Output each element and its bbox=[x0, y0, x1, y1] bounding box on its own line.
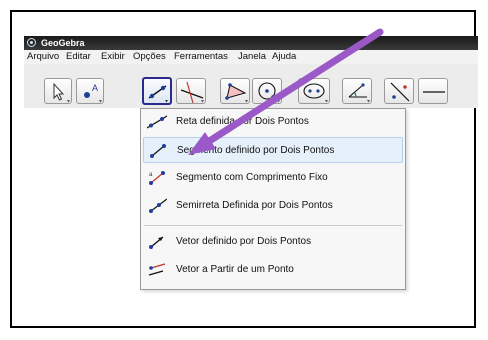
tool-circle-button[interactable] bbox=[252, 78, 282, 104]
menu-item-vector[interactable]: Vetor definido por Dois Pontos bbox=[143, 229, 403, 255]
tool-ellipse-button[interactable] bbox=[298, 78, 330, 104]
menu-item-fixed-segment[interactable]: a Segmento com Comprimento Fixo bbox=[143, 165, 403, 191]
perpendicular-line-icon bbox=[180, 81, 204, 104]
circle-center-point-icon bbox=[258, 82, 280, 103]
menu-item-ray[interactable]: Semirreta Definida por Dois Pontos bbox=[143, 193, 403, 219]
toolbar: A bbox=[24, 64, 478, 108]
angle-icon bbox=[348, 83, 370, 103]
segment-icon bbox=[150, 144, 166, 158]
new-point-icon: A bbox=[84, 83, 102, 103]
tool-reflect-button[interactable] bbox=[384, 78, 414, 104]
menu-ferramentas[interactable]: Ferramentas bbox=[174, 50, 228, 64]
line-through-two-points-icon bbox=[148, 85, 168, 103]
menu-item-segment[interactable]: Segmento definido por Dois Pontos bbox=[143, 137, 403, 163]
menu-opcoes[interactable]: Opções bbox=[133, 50, 166, 64]
tool-perpendicular-button[interactable] bbox=[176, 78, 206, 104]
geogebra-icon bbox=[27, 38, 36, 47]
tool-point-button[interactable]: A bbox=[76, 78, 104, 104]
title-bar: GeoGebra bbox=[24, 36, 478, 50]
svg-text:A: A bbox=[92, 83, 98, 93]
partial-tool-icon bbox=[423, 91, 445, 93]
window-title: GeoGebra bbox=[41, 38, 85, 48]
vector-from-point-icon bbox=[148, 263, 166, 276]
menu-separator bbox=[144, 225, 402, 226]
menu-editar[interactable]: Editar bbox=[66, 50, 91, 64]
menu-item-line[interactable]: Reta definida por Dois Pontos bbox=[143, 109, 403, 135]
menu-bar: Arquivo Editar Exibir Opções Ferramentas… bbox=[24, 50, 478, 65]
polygon-icon bbox=[225, 83, 248, 103]
reflect-about-line-icon bbox=[390, 82, 410, 102]
svg-text:a: a bbox=[149, 172, 153, 178]
menu-item-vector-from-point[interactable]: Vetor a Partir de um Ponto bbox=[143, 257, 403, 283]
menu-janela[interactable]: Janela bbox=[238, 50, 266, 64]
menu-ajuda[interactable]: Ajuda bbox=[272, 50, 296, 64]
tool-angle-button[interactable] bbox=[342, 78, 372, 104]
ellipse-icon bbox=[303, 83, 328, 103]
menu-arquivo[interactable]: Arquivo bbox=[27, 50, 59, 64]
tool-partial-button[interactable] bbox=[418, 78, 448, 104]
move-arrow-icon bbox=[53, 82, 70, 103]
line-tools-dropdown: Reta definida por Dois Pontos Segmento d… bbox=[140, 108, 406, 290]
tool-polygon-button[interactable] bbox=[220, 78, 250, 104]
tool-move-button[interactable] bbox=[44, 78, 72, 104]
line-icon bbox=[147, 115, 167, 129]
menu-exibir[interactable]: Exibir bbox=[101, 50, 125, 64]
fixed-segment-icon: a bbox=[149, 171, 165, 185]
vector-icon bbox=[149, 236, 164, 249]
tool-line-button[interactable] bbox=[142, 77, 172, 105]
ray-icon bbox=[149, 198, 167, 213]
